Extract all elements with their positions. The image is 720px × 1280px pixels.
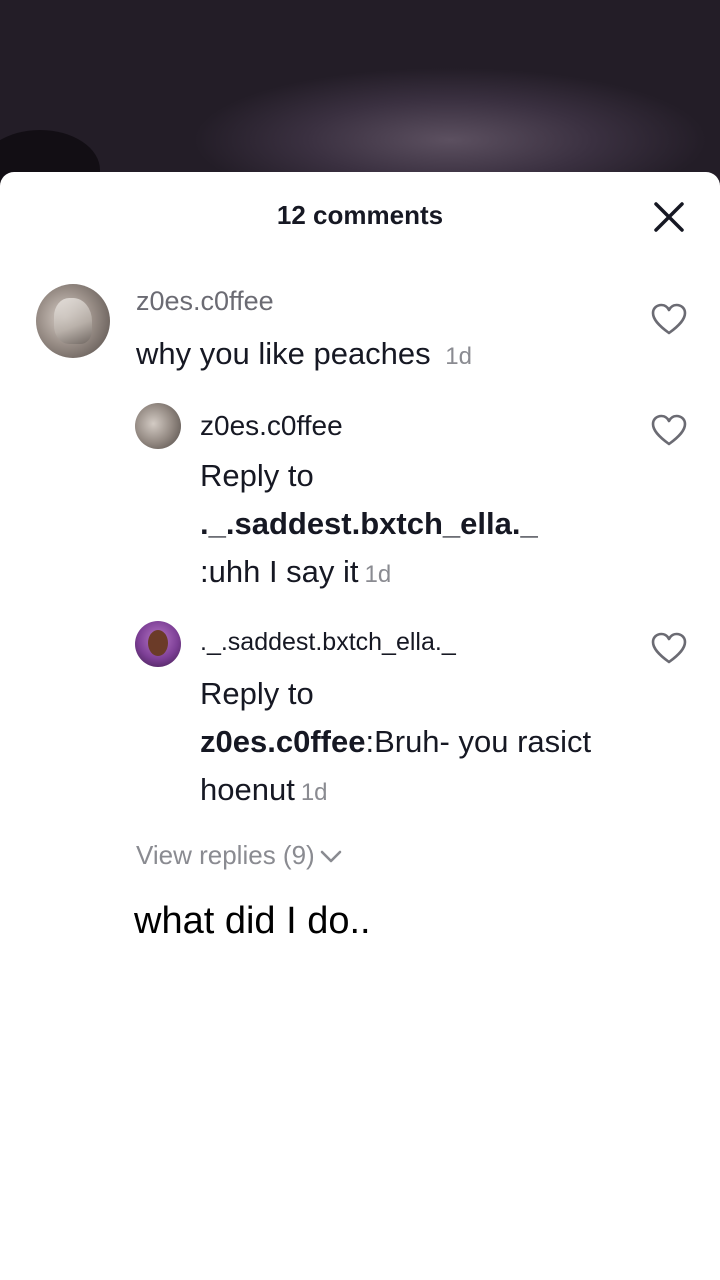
reply-mention[interactable]: z0es.c0ffee <box>200 724 365 759</box>
reply-prefix: Reply to <box>200 676 314 711</box>
reply-text: Reply to ._.saddest.bxtch_ella._ :uhh I s… <box>200 452 630 599</box>
reply-prefix: Reply to <box>200 458 314 493</box>
video-caption-overlay: what did I do.. <box>120 892 385 953</box>
view-replies-button[interactable]: View replies (9) <box>136 840 343 871</box>
comment-text: why you like peaches 1d <box>136 330 472 381</box>
reply-avatar[interactable] <box>135 403 181 449</box>
comments-sheet: 12 comments z0es.c0ffee why you like pea… <box>0 172 720 1280</box>
reply-timestamp: 1d <box>300 779 328 806</box>
reply-mention[interactable]: ._.saddest.bxtch_ella._ <box>200 506 538 541</box>
reply-username[interactable]: ._.saddest.bxtch_ella._ <box>200 628 456 657</box>
reply-username[interactable]: z0es.c0ffee <box>200 410 343 442</box>
reply-avatar[interactable] <box>135 621 181 667</box>
chevron-down-icon <box>320 850 342 863</box>
view-replies-label: View replies (9) <box>136 840 315 870</box>
reply-like-button[interactable] <box>650 413 688 447</box>
close-icon <box>654 202 684 232</box>
comment-body: why you like peaches <box>136 336 431 371</box>
reply-body: :uhh I say it <box>200 554 359 589</box>
avatar[interactable] <box>36 284 110 358</box>
reply-text: Reply to z0es.c0ffee:Bruh- you rasict ho… <box>200 670 620 817</box>
video-background <box>0 0 720 200</box>
heart-outline-icon <box>651 632 687 664</box>
comments-count-title: 12 comments <box>276 200 444 230</box>
like-button[interactable] <box>650 302 688 336</box>
reply-timestamp: 1d <box>364 561 392 588</box>
comment-username[interactable]: z0es.c0ffee <box>136 286 274 317</box>
comment-timestamp: 1d <box>445 343 472 370</box>
close-button[interactable] <box>648 196 690 238</box>
heart-outline-icon <box>651 303 687 335</box>
heart-outline-icon <box>651 414 687 446</box>
reply-like-button[interactable] <box>650 631 688 665</box>
